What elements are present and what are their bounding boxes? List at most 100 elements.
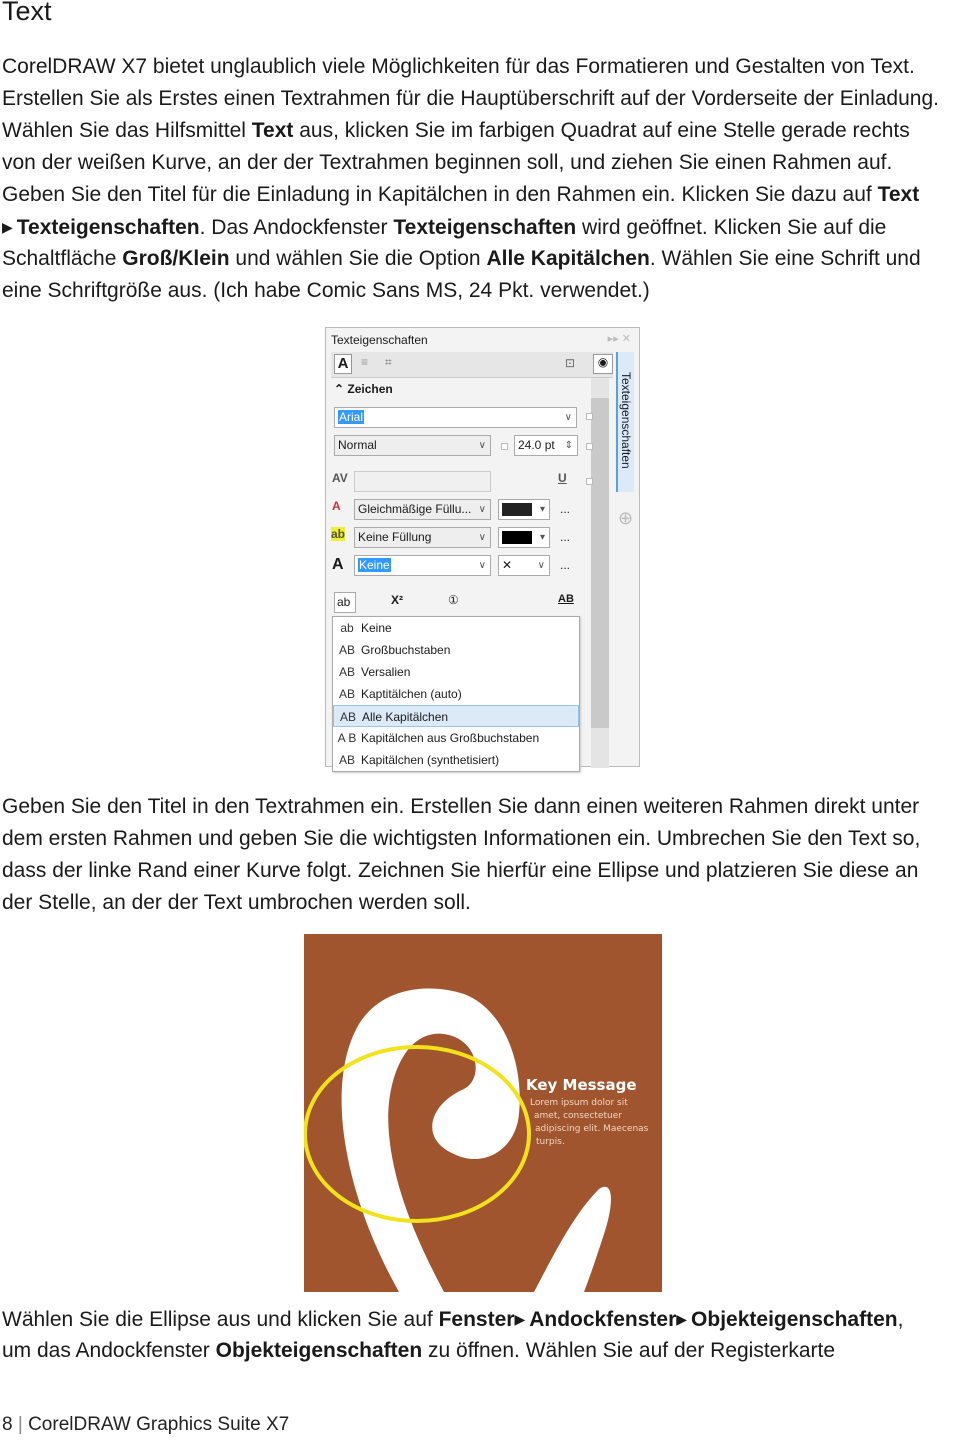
section-zeichen[interactable]: ⌃ Zeichen — [334, 382, 393, 396]
case-dropdown-menu: ab Keine AB Großbuchstaben AB Versalien AB Kapt… — [332, 616, 580, 772]
text-line: CorelDRAW X7 bietet unglaublich viele Mö… — [2, 51, 958, 83]
bold-term: Texteigenschaften — [393, 216, 577, 239]
outline-select[interactable]: Keine ∨ — [354, 555, 491, 576]
character-tab-icon[interactable]: A — [334, 354, 352, 374]
text-line: eine Schriftgröße aus. (Ich habe Comic S… — [2, 275, 958, 307]
case-icon: AB — [339, 710, 356, 724]
paragraph-wrap: Geben Sie den Titel in den Textrahmen ei… — [2, 791, 958, 919]
text-line: um das Andockfenster Objekteigenschaften… — [2, 1335, 958, 1367]
menu-item-label: Kaptitälchen (auto) — [361, 687, 462, 701]
text-line: von der weißen Kurve, an der der Textrah… — [2, 147, 958, 179]
superscript-icon[interactable]: X² — [391, 593, 403, 607]
style-select[interactable]: Normal ∨ — [334, 435, 491, 456]
spinner-arrows-icon[interactable]: ⇕ — [565, 436, 573, 455]
bold-term: Fenster — [438, 1308, 515, 1331]
more-button[interactable]: ... — [560, 502, 570, 516]
apply-icon[interactable]: ⊡ — [565, 356, 575, 370]
text-run: Wählen Sie die Ellipse aus und klicken S… — [2, 1308, 439, 1331]
outline-color-picker[interactable]: ✕ ∨ — [498, 555, 550, 576]
menu-item[interactable]: A B Kapitälchen aus Großbuchstaben — [333, 727, 579, 749]
text-line: Wählen Sie das Hilfsmittel Text aus, kli… — [2, 115, 958, 147]
paragraph-tab-icon[interactable]: ≡ — [361, 355, 368, 369]
text-run: und wählen Sie die Option — [229, 247, 487, 270]
text-run: von der weißen Kurve, an der der Textrah… — [2, 151, 893, 174]
bold-term: Objekteigenschaften — [691, 1308, 898, 1331]
bold-term: Groß/Klein — [122, 247, 230, 270]
text-line: Wählen Sie die Ellipse aus und klicken S… — [2, 1303, 958, 1335]
chevron-down-icon: ∨ — [478, 560, 486, 571]
menu-item[interactable]: AB Großbuchstaben — [333, 639, 579, 661]
footer-title: CorelDRAW Graphics Suite X7 — [28, 1414, 290, 1435]
background-fill-value: Keine Füllung — [358, 530, 432, 544]
fill-type-select[interactable]: Gleichmäßige Füllu... ∨ — [354, 499, 491, 520]
arrow-right-icon: ▶ — [514, 1311, 526, 1327]
text-properties-docker: Texteigenschaften ▸▸ ✕ A ≡ ⌗ ⊡ ◉ Texteig… — [325, 327, 640, 772]
text-line: dass der linke Rand einer Kurve folgt. Z… — [2, 855, 958, 887]
text-line: ▶ Texteigenschaften. Das Andockfenster Te… — [2, 211, 958, 243]
menu-item[interactable]: AB Kapitälchen (synthetisiert) — [333, 749, 579, 771]
fill-color-picker[interactable]: ▾ — [498, 499, 550, 520]
text-fill-icon: A — [332, 499, 341, 513]
bold-term: Text — [251, 119, 294, 142]
case-icon: AB — [338, 687, 355, 701]
body-line: Lorem ipsum dolor sit — [530, 1098, 628, 1108]
text-run: , — [897, 1308, 904, 1331]
ligature-icon[interactable]: ① — [448, 593, 459, 607]
close-icon[interactable]: ▸▸ ✕ — [608, 332, 631, 345]
arrow-right-icon: ▶ — [2, 219, 13, 235]
chevron-down-icon: ∨ — [478, 504, 486, 515]
text-run: eine Schriftgröße aus. (Ich habe Comic S… — [2, 279, 650, 302]
checkbox[interactable] — [586, 478, 593, 485]
case-icon: AB — [338, 665, 355, 679]
page-number: 8 — [2, 1414, 13, 1435]
text-run: um das Andockfenster — [2, 1339, 216, 1362]
case-button[interactable]: ab — [334, 592, 356, 613]
style-value: Normal — [338, 438, 377, 452]
menu-item[interactable]: AB Versalien — [333, 661, 579, 683]
text-run: Geben Sie den Titel in den Textrahmen ei… — [2, 795, 920, 818]
page-heading: Text — [2, 0, 52, 26]
font-value: Arial — [338, 410, 365, 424]
menu-item-label: Versalien — [361, 665, 411, 679]
all-caps-icon[interactable]: AB — [558, 593, 574, 605]
checkbox[interactable] — [501, 443, 508, 450]
bold-term: Texteigenschaften — [16, 216, 200, 239]
section-label: Zeichen — [347, 382, 393, 396]
checkbox[interactable] — [586, 413, 593, 420]
size-spinner[interactable]: 24.0 pt ⇕ — [514, 435, 578, 456]
background-color-picker[interactable]: ▾ — [498, 527, 550, 548]
docker-title: Texteigenschaften — [331, 333, 428, 347]
menu-item[interactable]: AB Alle Kapitälchen — [333, 705, 579, 727]
text-run: Erstellen Sie als Erstes einen Textrahme… — [2, 87, 939, 110]
preview-icon[interactable]: ◉ — [593, 354, 613, 374]
menu-item-label: Kapitälchen aus Großbuchstaben — [361, 731, 540, 745]
menu-item-label: Keine — [361, 621, 392, 635]
scrollbar[interactable] — [591, 378, 609, 768]
paragraph-ellipse: Wählen Sie die Ellipse aus und klicken S… — [2, 1303, 958, 1367]
background-fill-select[interactable]: Keine Füllung ∨ — [354, 527, 491, 548]
font-select[interactable]: Arial ∨ — [334, 407, 577, 428]
text-line: Erstellen Sie als Erstes einen Textrahme… — [2, 83, 958, 115]
side-tab-label: Texteigenschaften — [619, 372, 633, 469]
frame-tab-icon[interactable]: ⌗ — [385, 355, 392, 370]
chevron-down-icon: ∨ — [478, 532, 486, 543]
case-icon: AB — [338, 643, 355, 657]
paragraph-intro: CorelDRAW X7 bietet unglaublich viele Mö… — [2, 51, 958, 307]
kerning-input[interactable] — [354, 471, 491, 492]
text-line: Geben Sie den Titel in den Textrahmen ei… — [2, 791, 958, 823]
text-run: . Wählen Sie eine Schrift und — [649, 247, 921, 270]
text-line: Schaltfläche Groß/Klein und wählen Sie d… — [2, 243, 958, 275]
case-icon: A B — [337, 731, 357, 745]
checkbox[interactable] — [586, 443, 593, 450]
more-button[interactable]: ... — [560, 530, 570, 544]
side-tab-texteigenschaften[interactable]: Texteigenschaften — [616, 352, 634, 492]
menu-item[interactable]: AB Kaptitälchen (auto) — [333, 683, 579, 705]
menu-item[interactable]: ab Keine — [333, 617, 579, 639]
fill-value: Gleichmäßige Füllu... — [358, 502, 472, 516]
outline-value: Keine — [358, 558, 391, 572]
chevron-down-icon: ∨ — [478, 440, 486, 451]
add-docker-icon[interactable]: ⊕ — [618, 508, 633, 529]
menu-item-label: Alle Kapitälchen — [362, 710, 449, 724]
more-button[interactable]: ... — [560, 558, 570, 572]
underline-icon[interactable]: U — [558, 471, 567, 485]
